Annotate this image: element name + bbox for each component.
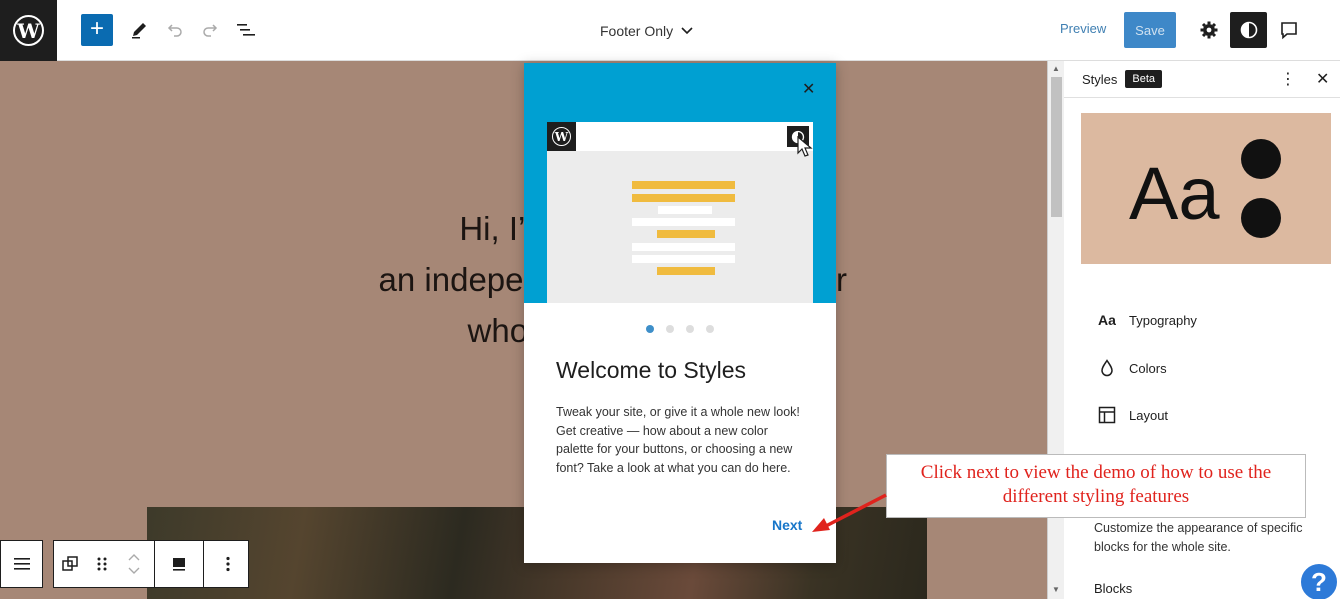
- blocks-description: Customize the appearance of specific blo…: [1094, 521, 1303, 554]
- chevron-down-icon[interactable]: [128, 567, 140, 574]
- wordpress-icon: W: [13, 15, 44, 46]
- welcome-guide-modal: ✕ W Welcome to Styles Tweak your site, o…: [524, 63, 836, 563]
- comments-button[interactable]: [1276, 17, 1302, 43]
- block-parent-group: [0, 540, 43, 588]
- more-vertical-icon: [226, 556, 230, 572]
- canvas-scrollbar[interactable]: ▲ ▼: [1047, 61, 1064, 599]
- settings-button[interactable]: [1196, 17, 1222, 43]
- mockup-line: [657, 267, 715, 275]
- mockup-line: [632, 181, 735, 189]
- copy-block-icon: [62, 556, 78, 571]
- page-dot[interactable]: [666, 325, 674, 333]
- style-preview-color-dot: [1241, 139, 1281, 179]
- list-view-button[interactable]: [233, 17, 259, 43]
- scroll-up-icon[interactable]: ▲: [1052, 64, 1060, 73]
- wordpress-logo-button[interactable]: W: [0, 0, 57, 61]
- editor-header: W + Footer Only Preview Save: [0, 0, 1340, 61]
- edit-tool-button[interactable]: [126, 17, 152, 43]
- drag-handle-icon: [97, 557, 107, 571]
- pencil-icon: [132, 23, 146, 39]
- layout-icon: [1097, 405, 1117, 425]
- editor-mockup: W: [547, 122, 813, 303]
- mockup-line: [658, 206, 712, 214]
- mockup-line: [632, 243, 735, 251]
- annotation-callout: Click next to view the demo of how to us…: [886, 454, 1306, 518]
- drag-handle[interactable]: [86, 541, 118, 587]
- close-icon[interactable]: ✕: [802, 79, 815, 99]
- styles-toggle-button[interactable]: [1230, 12, 1267, 48]
- undo-button[interactable]: [162, 17, 188, 43]
- annotation-arrow: [812, 493, 887, 532]
- sidebar-header: Styles Beta ⋮ ✕: [1064, 61, 1340, 98]
- preview-button[interactable]: Preview: [1060, 21, 1106, 36]
- block-options-button[interactable]: [208, 541, 248, 587]
- page-dot[interactable]: [686, 325, 694, 333]
- modal-body: Tweak your site, or give it a whole new …: [556, 405, 800, 475]
- next-button[interactable]: Next: [772, 517, 802, 533]
- style-preview-text: Aa: [1129, 152, 1220, 235]
- more-options-icon[interactable]: ⋮: [1280, 69, 1296, 89]
- sidebar-title: Styles: [1082, 71, 1118, 87]
- page-indicator: [524, 325, 836, 333]
- mockup-line: [632, 218, 735, 226]
- sidebar-item-layout[interactable]: Layout: [1081, 395, 1331, 435]
- sidebar-item-label: Layout: [1129, 407, 1169, 423]
- template-title: Footer Only: [600, 23, 674, 39]
- page-dot[interactable]: [706, 325, 714, 333]
- gear-icon: [1200, 21, 1218, 39]
- template-title-dropdown[interactable]: Footer Only: [600, 20, 730, 42]
- styles-sidebar: Styles Beta ⋮ ✕ Aa Aa Typography Colors …: [1064, 61, 1340, 599]
- mockup-line: [657, 230, 715, 238]
- block-actions-group: [53, 540, 249, 588]
- help-button[interactable]: ?: [1299, 562, 1339, 599]
- typography-icon: Aa: [1098, 312, 1116, 328]
- half-circle-icon: [1240, 21, 1257, 39]
- align-button[interactable]: [159, 541, 199, 587]
- scroll-down-icon[interactable]: ▼: [1052, 585, 1060, 594]
- sidebar-item-label: Colors: [1129, 360, 1167, 376]
- modal-title: Welcome to Styles: [556, 357, 747, 383]
- scroll-thumb[interactable]: [1051, 77, 1062, 217]
- list-view-icon: [237, 24, 255, 36]
- sidebar-item-colors[interactable]: Colors: [1081, 348, 1331, 388]
- align-full-icon: [173, 558, 185, 571]
- style-preview[interactable]: Aa: [1081, 113, 1331, 264]
- wordpress-icon: W: [547, 122, 576, 151]
- mockup-line: [632, 194, 735, 202]
- style-preview-color-dot: [1241, 198, 1281, 238]
- align-justify-icon: [13, 558, 30, 570]
- redo-icon: [203, 24, 218, 37]
- chevron-up-icon[interactable]: [128, 554, 140, 561]
- droplet-icon: [1097, 358, 1117, 378]
- sidebar-item-label: Typography: [1129, 312, 1197, 328]
- move-block-buttons[interactable]: [118, 541, 150, 587]
- cursor-icon: [797, 136, 813, 157]
- sidebar-item-typography[interactable]: Aa Typography: [1081, 300, 1331, 340]
- close-icon[interactable]: ✕: [1316, 69, 1329, 89]
- save-button[interactable]: Save: [1124, 12, 1176, 48]
- redo-button[interactable]: [197, 17, 223, 43]
- block-toolbar: [0, 540, 249, 588]
- add-block-button[interactable]: +: [81, 14, 113, 46]
- page-dot[interactable]: [646, 325, 654, 333]
- mockup-toolbar: [547, 122, 813, 151]
- chevron-down-icon: [681, 27, 693, 35]
- transform-block-button[interactable]: [54, 541, 86, 587]
- beta-badge: Beta: [1125, 70, 1163, 88]
- mockup-line: [632, 255, 735, 263]
- welcome-guide-illustration: ✕ W: [524, 63, 836, 303]
- select-parent-button[interactable]: [1, 541, 42, 587]
- blocks-link[interactable]: Blocks: [1094, 581, 1132, 596]
- hero-line-2-tail: r: [836, 261, 847, 298]
- comment-icon: [1281, 22, 1297, 40]
- undo-icon: [167, 24, 182, 37]
